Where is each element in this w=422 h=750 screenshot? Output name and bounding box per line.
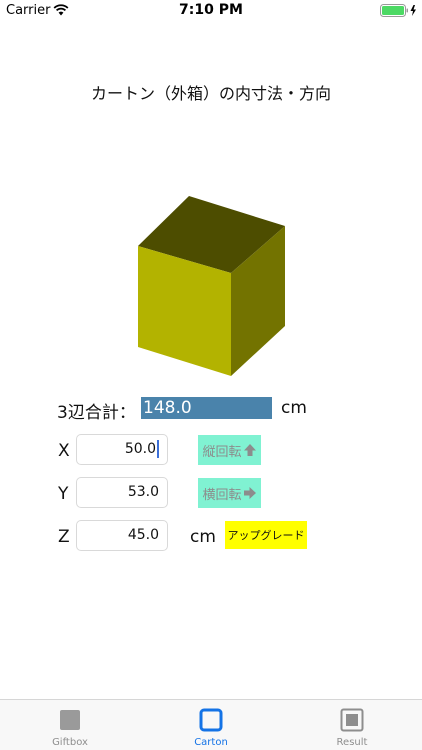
arrow-up-icon <box>243 444 256 456</box>
x-dimension-input[interactable]: 50.0 <box>76 434 168 465</box>
x-axis-label: X <box>58 441 70 461</box>
rotate-horizontal-label: 横回転 <box>202 487 242 503</box>
sum-label: 3辺合計： <box>57 403 136 423</box>
tab-bar: Giftbox Carton Result <box>0 699 422 750</box>
z-axis-label: Z <box>58 527 70 547</box>
status-bar: Carrier 7:10 PM <box>0 0 422 22</box>
dimension-unit: cm <box>190 527 216 547</box>
tab-giftbox-label: Giftbox <box>52 737 88 748</box>
tab-giftbox[interactable]: Giftbox <box>0 700 140 750</box>
tab-result[interactable]: Result <box>282 700 422 750</box>
sum-value-field[interactable]: 148.0 <box>141 397 272 419</box>
result-square-icon <box>340 708 364 732</box>
y-dimension-input[interactable]: 53.0 <box>76 477 168 508</box>
rotate-horizontal-button[interactable]: 横回転 <box>198 478 261 508</box>
rotate-vertical-button[interactable]: 縦回転 <box>198 435 261 465</box>
text-cursor <box>157 440 159 458</box>
y-axis-label: Y <box>58 484 69 504</box>
rotate-vertical-label: 縦回転 <box>202 444 242 460</box>
tab-result-label: Result <box>336 737 368 748</box>
page-title: カートン（外箱）の内寸法・方向 <box>90 84 331 103</box>
tab-carton[interactable]: Carton <box>141 700 281 750</box>
carton-square-icon <box>199 708 223 732</box>
carton-box-3d <box>138 196 285 376</box>
tab-carton-label: Carton <box>194 737 228 748</box>
clock: 7:10 PM <box>179 2 243 18</box>
z-dimension-input[interactable]: 45.0 <box>76 520 168 551</box>
upgrade-button[interactable]: アップグレード <box>225 521 307 549</box>
battery-icon <box>380 4 416 17</box>
arrow-right-icon <box>243 487 256 499</box>
sum-unit: cm <box>281 398 307 418</box>
giftbox-square-icon <box>60 710 80 730</box>
